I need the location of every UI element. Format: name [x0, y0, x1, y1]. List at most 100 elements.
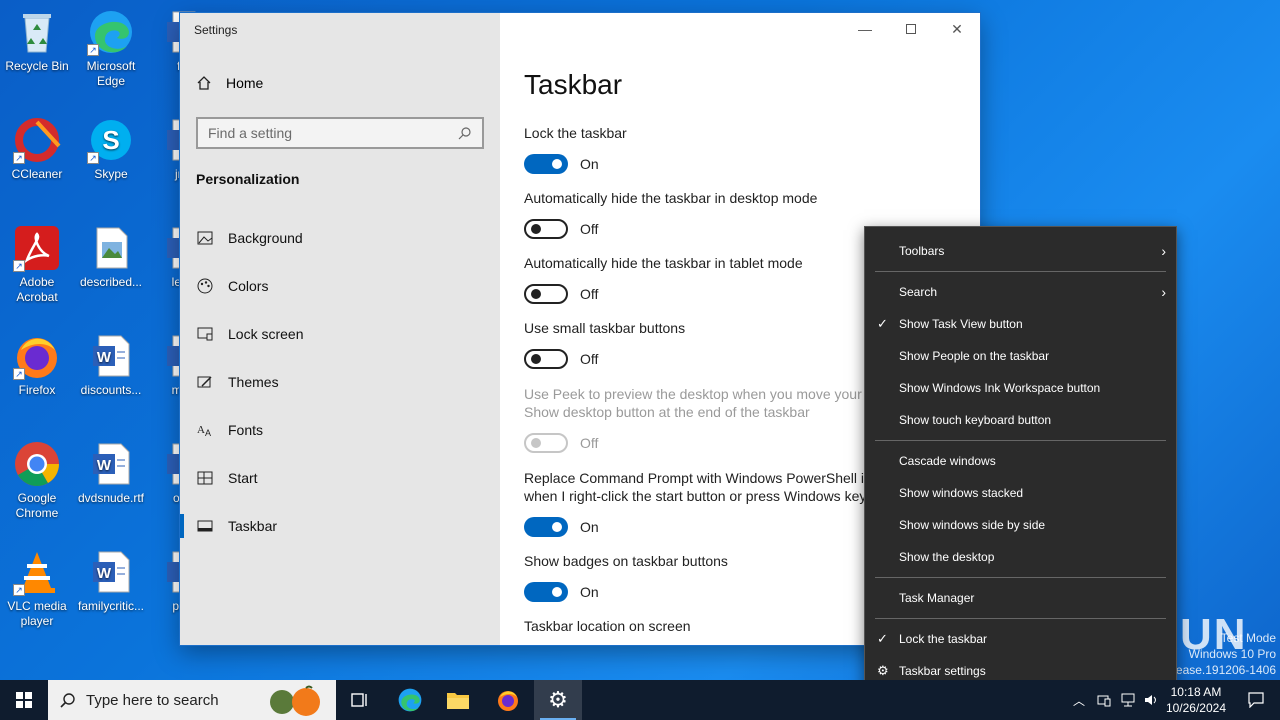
autohide-desktop-toggle[interactable]	[524, 219, 568, 239]
menu-item-cascade[interactable]: Cascade windows	[865, 446, 1176, 476]
checkmark-icon: ✓	[877, 631, 888, 646]
tray-network-button[interactable]	[1116, 680, 1140, 720]
checkmark-icon: ✓	[877, 316, 888, 331]
action-center-button[interactable]	[1232, 680, 1280, 720]
desktop-icon-firefox[interactable]: ↗ Firefox	[0, 332, 74, 398]
taskbar-edge[interactable]	[386, 680, 434, 720]
desktop-icon-google-chrome[interactable]: Google Chrome	[0, 440, 74, 521]
powershell-toggle[interactable]	[524, 517, 568, 537]
desktop-icon-label: familycritic...	[78, 599, 144, 613]
ccleaner-icon: ↗	[13, 116, 61, 164]
toggle-state: Off	[580, 286, 599, 302]
nav-item-themes[interactable]: Themes	[180, 362, 500, 402]
menu-item-stacked[interactable]: Show windows stacked	[865, 478, 1176, 508]
desktop-icon-dvdsnude[interactable]: W dvdsnude.rtf	[74, 440, 148, 506]
taskbar-search-box[interactable]: Type here to search	[48, 680, 336, 720]
tray-device-icon-button[interactable]	[1092, 680, 1116, 720]
menu-item-lock-taskbar[interactable]: ✓ Lock the taskbar	[865, 624, 1176, 654]
menu-label: Show windows stacked	[899, 486, 1024, 500]
menu-separator	[875, 577, 1166, 578]
device-icon	[1097, 695, 1111, 707]
shortcut-arrow-icon: ↗	[87, 44, 99, 56]
setting-label: Lock the taskbar	[524, 125, 627, 141]
search-highlight-icon	[270, 685, 320, 716]
nav-item-start[interactable]: Start	[180, 458, 500, 498]
desktop-icon-recycle-bin[interactable]: Recycle Bin	[0, 8, 74, 74]
nav-label: Colors	[228, 278, 269, 294]
folder-icon	[447, 693, 469, 709]
autohide-tablet-toggle[interactable]	[524, 284, 568, 304]
desktop-icon-discounts[interactable]: W discounts...	[74, 332, 148, 398]
tray-volume-button[interactable]	[1140, 680, 1164, 720]
task-view-button[interactable]	[336, 680, 384, 720]
nav-item-colors[interactable]: Colors	[180, 266, 500, 306]
start-button[interactable]	[0, 680, 48, 720]
network-icon	[1121, 693, 1135, 707]
close-button[interactable]: ✕	[934, 13, 980, 45]
menu-label: Lock the taskbar	[899, 632, 988, 646]
find-setting-input[interactable]: Find a setting	[196, 117, 484, 149]
desktop-icon-label: discounts...	[80, 383, 142, 397]
nav-item-fonts[interactable]: AA Fonts	[180, 410, 500, 450]
desktop-icon-skype[interactable]: S ↗ Skype	[74, 116, 148, 182]
minimize-button[interactable]: —	[842, 13, 888, 45]
desktop-icon-label: dvdsnude.rtf	[77, 491, 145, 505]
menu-item-ink-workspace[interactable]: Show Windows Ink Workspace button	[865, 373, 1176, 403]
menu-item-toolbars[interactable]: Toolbars ›	[865, 236, 1176, 266]
toggle-state: On	[580, 519, 599, 535]
svg-text:W: W	[97, 349, 112, 366]
small-buttons-toggle[interactable]	[524, 349, 568, 369]
nav-item-lock-screen[interactable]: Lock screen	[180, 314, 500, 354]
svg-text:A: A	[205, 428, 211, 437]
menu-item-touch-keyboard[interactable]: Show touch keyboard button	[865, 405, 1176, 435]
menu-item-side-by-side[interactable]: Show windows side by side	[865, 510, 1176, 540]
menu-item-show-desktop[interactable]: Show the desktop	[865, 542, 1176, 572]
desktop-icon-label: Google Chrome	[15, 491, 59, 520]
gear-icon: ⚙	[548, 687, 568, 712]
shortcut-arrow-icon: ↗	[13, 368, 25, 380]
maximize-icon	[906, 24, 916, 34]
desktop-icon-microsoft-edge[interactable]: ↗ Microsoft Edge	[74, 8, 148, 89]
settings-sidebar: Settings Home Find a setting Personaliza…	[180, 13, 500, 645]
svg-text:W: W	[97, 565, 112, 582]
volume-icon	[1145, 695, 1156, 705]
window-title: Settings	[194, 23, 238, 37]
menu-item-task-manager[interactable]: Task Manager	[865, 583, 1176, 613]
desktop-icon-vlc[interactable]: ↗ VLC media player	[0, 548, 74, 629]
minimize-icon: —	[858, 21, 872, 37]
desktop-icon-ccleaner[interactable]: ↗ CCleaner	[0, 116, 74, 182]
badges-toggle[interactable]	[524, 582, 568, 602]
menu-item-search[interactable]: Search ›	[865, 277, 1176, 307]
menu-separator	[875, 271, 1166, 272]
image-icon	[196, 229, 214, 247]
lock-taskbar-toggle[interactable]	[524, 154, 568, 174]
vlc-icon: ↗	[13, 548, 61, 596]
nav-item-background[interactable]: Background	[180, 218, 500, 258]
desktop-icon-described[interactable]: described...	[74, 224, 148, 290]
taskbar-file-explorer[interactable]	[434, 680, 482, 720]
menu-item-people[interactable]: Show People on the taskbar	[865, 341, 1176, 371]
nav-label: Background	[228, 230, 303, 246]
clock-date: 10/26/2024	[1165, 701, 1226, 715]
firefox-icon	[498, 691, 518, 711]
start-icon	[196, 469, 214, 487]
taskbar-firefox[interactable]	[484, 680, 532, 720]
menu-label: Show Windows Ink Workspace button	[899, 381, 1101, 395]
nav-item-taskbar[interactable]: Taskbar	[180, 506, 500, 546]
taskbar-clock[interactable]: 10:18 AM 10/26/2024	[1166, 684, 1226, 716]
home-nav-item[interactable]: Home	[196, 75, 263, 91]
taskbar-settings[interactable]: ⚙	[534, 680, 582, 720]
maximize-button[interactable]	[888, 13, 934, 45]
desktop-icon-label: Firefox	[18, 383, 56, 397]
fonts-icon: AA	[196, 421, 214, 439]
desktop-icon-familycritic[interactable]: W familycritic...	[74, 548, 148, 614]
show-hidden-icons-button[interactable]: ︿	[1066, 680, 1092, 720]
desktop-icon-adobe-acrobat[interactable]: ↗ Adobe Acrobat	[0, 224, 74, 305]
desktop-icon-label: VLC media player	[7, 599, 67, 628]
page-title: Taskbar	[524, 69, 623, 100]
word-doc-icon: W	[87, 440, 135, 488]
setting-label: Automatically hide the taskbar in deskto…	[524, 190, 818, 206]
menu-item-task-view[interactable]: ✓ Show Task View button	[865, 309, 1176, 339]
taskbar: Type here to search ⚙ ︿ 10:18 AM 10/26/2…	[0, 680, 1280, 720]
toggle-state: Off	[580, 351, 599, 367]
